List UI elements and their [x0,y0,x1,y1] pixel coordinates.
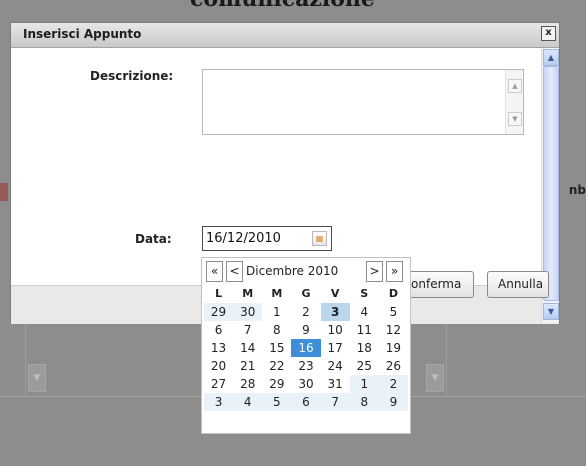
calendar-day[interactable]: 30 [233,303,263,321]
calendar-day[interactable]: 22 [262,357,291,375]
weekday-header: M [242,287,254,300]
calendar-grid: L M M G V S D 29 30 1 2 3 4 5 6 7 8 9 10 11 12 13 14 15 1… [204,284,408,411]
calendar-day[interactable]: 7 [233,321,262,339]
next-month-button[interactable]: > [366,261,383,282]
calendar-day[interactable]: 2 [291,303,320,321]
calendar-day[interactable]: 3 [320,303,350,321]
dialog-header: Inserisci Appunto x [11,23,559,48]
background-scroll-down-left-icon: ▼ [28,364,46,392]
calendar-day[interactable]: 12 [379,321,408,339]
calendar-day[interactable]: 3 [204,393,234,411]
background-right-edge-text: nb [568,183,586,197]
background-heading-text: comunicazione [190,0,375,12]
calendar-day[interactable]: 16 [291,339,321,357]
chevron-down-icon[interactable]: ▼ [543,303,559,320]
prev-year-button[interactable]: « [206,261,223,282]
calendar-day[interactable]: 24 [321,357,350,375]
calendar-day[interactable]: 6 [291,393,321,411]
calendar-day[interactable]: 2 [378,375,408,393]
calendar-week-row: 29 30 1 2 3 4 5 [204,303,408,321]
calendar-day[interactable]: 10 [321,321,350,339]
weekday-header: M [271,287,283,300]
background-heading: comunicazione [0,0,586,12]
calendar-icon[interactable]: ▦ [312,231,327,246]
weekday-header: V [330,287,340,300]
calendar-day[interactable]: 5 [379,303,408,321]
date-picker-popup: « < Dicembre 2010 > » L M M G V S D 29 30… [201,257,411,434]
calendar-day[interactable]: 9 [378,393,408,411]
chevron-up-icon[interactable]: ▲ [543,49,559,66]
calendar-day[interactable]: 25 [350,357,379,375]
weekday-header: G [301,287,311,300]
calendar-day[interactable]: 29 [262,375,291,393]
calendar-day[interactable]: 29 [204,303,234,321]
calendar-week-row: 3456789 [204,393,408,411]
description-textarea[interactable]: ▲ ▼ [202,69,524,135]
date-picker-header: « < Dicembre 2010 > » [204,260,408,282]
calendar-day[interactable]: 20 [204,357,233,375]
calendar-day[interactable]: 8 [262,321,291,339]
cancel-button[interactable]: Annulla [487,271,549,298]
calendar-day[interactable]: 4 [233,393,263,411]
calendar-day[interactable]: 1 [349,375,379,393]
calendar-day[interactable]: 23 [291,357,320,375]
date-input[interactable]: 16/12/2010 ▦ [202,226,332,251]
calendar-week-row: 27 28 29 30 31 1 2 [204,375,408,393]
calendar-day[interactable]: 26 [379,357,408,375]
description-label: Descrizione: [90,69,174,83]
calendar-day[interactable]: 15 [262,339,291,357]
calendar-day[interactable]: 21 [233,357,262,375]
calendar-day[interactable]: 7 [320,393,350,411]
calendar-day[interactable]: 9 [291,321,320,339]
calendar-day[interactable]: 1 [262,303,291,321]
background-scroll-down-right-icon: ▼ [426,364,444,392]
calendar-day[interactable]: 14 [233,339,262,357]
calendar-day[interactable]: 5 [262,393,292,411]
chevron-down-icon[interactable]: ▼ [508,112,522,126]
calendar-week-row: 13 14 15 16 17 18 19 [204,339,408,357]
weekday-row: L M M G V S D [204,284,408,303]
weekday-header: D [388,287,398,300]
close-icon[interactable]: x [541,26,556,41]
calendar-day[interactable]: 31 [321,375,350,393]
calendar-day[interactable]: 27 [204,375,233,393]
calendar-day[interactable]: 11 [350,321,379,339]
calendar-day[interactable]: 6 [204,321,233,339]
calendar-day[interactable]: 17 [321,339,350,357]
calendar-day[interactable]: 28 [233,375,262,393]
calendar-day[interactable]: 13 [204,339,233,357]
weekday-header: L [215,287,223,300]
calendar-week-row: 20 21 22 23 24 25 26 [204,357,408,375]
prev-month-button[interactable]: < [226,261,243,282]
weekday-header: S [360,287,369,300]
calendar-day[interactable]: 8 [349,393,379,411]
calendar-day[interactable]: 19 [379,339,408,357]
calendar-day[interactable]: 4 [350,303,379,321]
scrollbar-thumb[interactable] [543,66,559,301]
background-left-edge [0,183,8,201]
month-label: Dicembre 2010 [246,264,339,278]
textarea-scrollbar[interactable]: ▲ ▼ [505,70,523,134]
date-label: Data: [135,232,172,246]
next-year-button[interactable]: » [386,261,403,282]
calendar-day[interactable]: 18 [350,339,379,357]
chevron-up-icon[interactable]: ▲ [508,79,522,93]
date-value: 16/12/2010 [206,231,281,246]
calendar-week-row: 6 7 8 9 10 11 12 [204,321,408,339]
calendar-day[interactable]: 30 [291,375,320,393]
dialog-title: Inserisci Appunto [23,27,142,41]
